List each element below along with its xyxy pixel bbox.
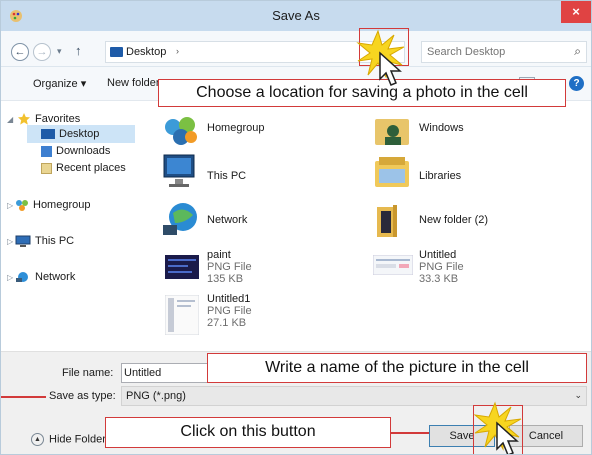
sidebar-item-label: This PC xyxy=(35,235,75,247)
folder-icon xyxy=(377,205,397,237)
sidebar-item-this-pc[interactable]: This PC xyxy=(15,232,74,250)
image-thumbnail-icon xyxy=(165,295,199,335)
annotation-connector-line xyxy=(391,432,429,434)
sidebar-item-label: Desktop xyxy=(59,128,100,140)
organize-menu[interactable]: Organize ▾ xyxy=(33,77,86,90)
new-folder-button[interactable]: New folder xyxy=(107,77,160,89)
hide-folders-label: Hide Folders xyxy=(49,433,112,446)
file-type: PNG File xyxy=(419,261,464,273)
file-size: 27.1 KB xyxy=(207,317,247,329)
hide-folders-button[interactable]: ▲ Hide Folders xyxy=(31,433,111,446)
file-item-windows[interactable]: Windows xyxy=(373,113,553,153)
annotation-pointer-line xyxy=(1,396,46,398)
network-icon xyxy=(163,203,197,235)
save-type-value[interactable]: PNG (*.png) xyxy=(126,390,186,402)
sidebar-item-label: Favorites xyxy=(35,113,81,125)
sidebar-item-label: Network xyxy=(35,271,76,283)
desktop-icon xyxy=(110,47,123,57)
collapse-arrow-icon[interactable]: ◢ xyxy=(7,115,13,124)
help-icon[interactable]: ? xyxy=(569,76,584,91)
starburst-cursor-icon xyxy=(473,401,522,454)
image-thumbnail-icon xyxy=(373,255,413,275)
navigation-bar: ← → ▾ ↑ Desktop › ⌕ xyxy=(1,31,591,67)
sidebar-item-label: Homegroup xyxy=(33,199,91,211)
save-type-label: Save as type: xyxy=(49,390,116,402)
user-folder-icon xyxy=(375,119,409,145)
up-button[interactable]: ↑ xyxy=(75,43,82,58)
search-icon[interactable]: ⌕ xyxy=(574,44,581,59)
search-box[interactable]: ⌕ xyxy=(421,41,587,63)
search-input[interactable] xyxy=(427,45,557,59)
file-list: Homegroup Windows This PC Libraries Netw… xyxy=(151,101,591,351)
back-button[interactable]: ← xyxy=(11,43,29,61)
computer-icon xyxy=(15,235,31,248)
annotation-write-name: Write a name of the picture in the cell xyxy=(207,353,587,383)
title-bar[interactable]: Save As × xyxy=(1,1,591,31)
file-name-label: File name: xyxy=(62,367,114,379)
sidebar-item-label: Downloads xyxy=(56,145,111,157)
libraries-icon xyxy=(375,157,409,187)
file-name: Libraries xyxy=(419,170,462,182)
sidebar-item-network[interactable]: Network xyxy=(15,268,75,286)
recent-places-icon xyxy=(41,162,52,174)
chevron-up-icon: ▲ xyxy=(31,433,44,446)
recent-locations-dropdown[interactable]: ▾ xyxy=(57,46,62,57)
sidebar-item-homegroup[interactable]: Homegroup xyxy=(15,196,90,214)
image-thumbnail-icon xyxy=(165,255,199,279)
file-item-this-pc[interactable]: This PC xyxy=(161,153,341,193)
file-name: New folder (2) xyxy=(419,214,489,226)
address-path[interactable]: Desktop xyxy=(126,46,166,58)
window-title: Save As xyxy=(272,8,320,23)
file-name: paint xyxy=(207,249,231,261)
forward-button[interactable]: → xyxy=(33,43,51,61)
file-item-homegroup[interactable]: Homegroup xyxy=(161,113,341,153)
expand-arrow-icon[interactable]: ▷ xyxy=(7,201,13,210)
breadcrumb-arrow[interactable]: › xyxy=(176,46,179,56)
sidebar-item-recent-places[interactable]: Recent places xyxy=(41,159,126,177)
file-item-untitled[interactable]: Untitled PNG File 33.3 KB xyxy=(373,249,553,289)
file-size: 33.3 KB xyxy=(419,273,459,285)
file-item-new-folder-2[interactable]: New folder (2) xyxy=(373,201,553,241)
network-icon xyxy=(16,272,28,283)
sidebar-item-label: Recent places xyxy=(56,162,126,174)
close-button[interactable]: × xyxy=(561,1,591,23)
sidebar-item-downloads[interactable]: Downloads xyxy=(41,142,110,160)
downloads-icon xyxy=(41,145,52,157)
file-item-paint[interactable]: paint PNG File 135 KB xyxy=(165,249,345,289)
file-name: Untitled xyxy=(419,249,457,261)
file-item-libraries[interactable]: Libraries xyxy=(373,153,553,193)
computer-icon xyxy=(163,154,195,187)
file-name: Homegroup xyxy=(207,122,265,134)
expand-arrow-icon[interactable]: ▷ xyxy=(7,273,13,282)
expand-arrow-icon[interactable]: ▷ xyxy=(7,237,13,246)
starburst-cursor-icon xyxy=(356,29,405,86)
sidebar-item-desktop[interactable]: Desktop xyxy=(27,125,135,143)
file-name: Network xyxy=(207,214,248,226)
navigation-pane: ◢ Favorites Desktop Downloads Recent pla… xyxy=(1,101,151,351)
chevron-down-icon[interactable]: ⌄ xyxy=(574,390,582,401)
file-type: PNG File xyxy=(207,261,252,273)
star-icon xyxy=(18,113,30,125)
homegroup-icon xyxy=(165,117,197,145)
file-name: This PC xyxy=(207,170,247,182)
file-name: Windows xyxy=(419,122,464,134)
homegroup-icon xyxy=(16,200,28,212)
save-as-dialog: Save As × ← → ▾ ↑ Desktop › ⌕ Organize ▾… xyxy=(0,0,592,455)
file-item-untitled1[interactable]: Untitled1 PNG File 27.1 KB xyxy=(165,293,345,343)
file-size: 135 KB xyxy=(207,273,244,285)
annotation-click-button: Click on this button xyxy=(105,417,391,448)
file-item-network[interactable]: Network xyxy=(161,201,341,241)
file-type: PNG File xyxy=(207,305,252,317)
file-name: Untitled1 xyxy=(207,293,251,305)
desktop-icon xyxy=(41,129,55,140)
